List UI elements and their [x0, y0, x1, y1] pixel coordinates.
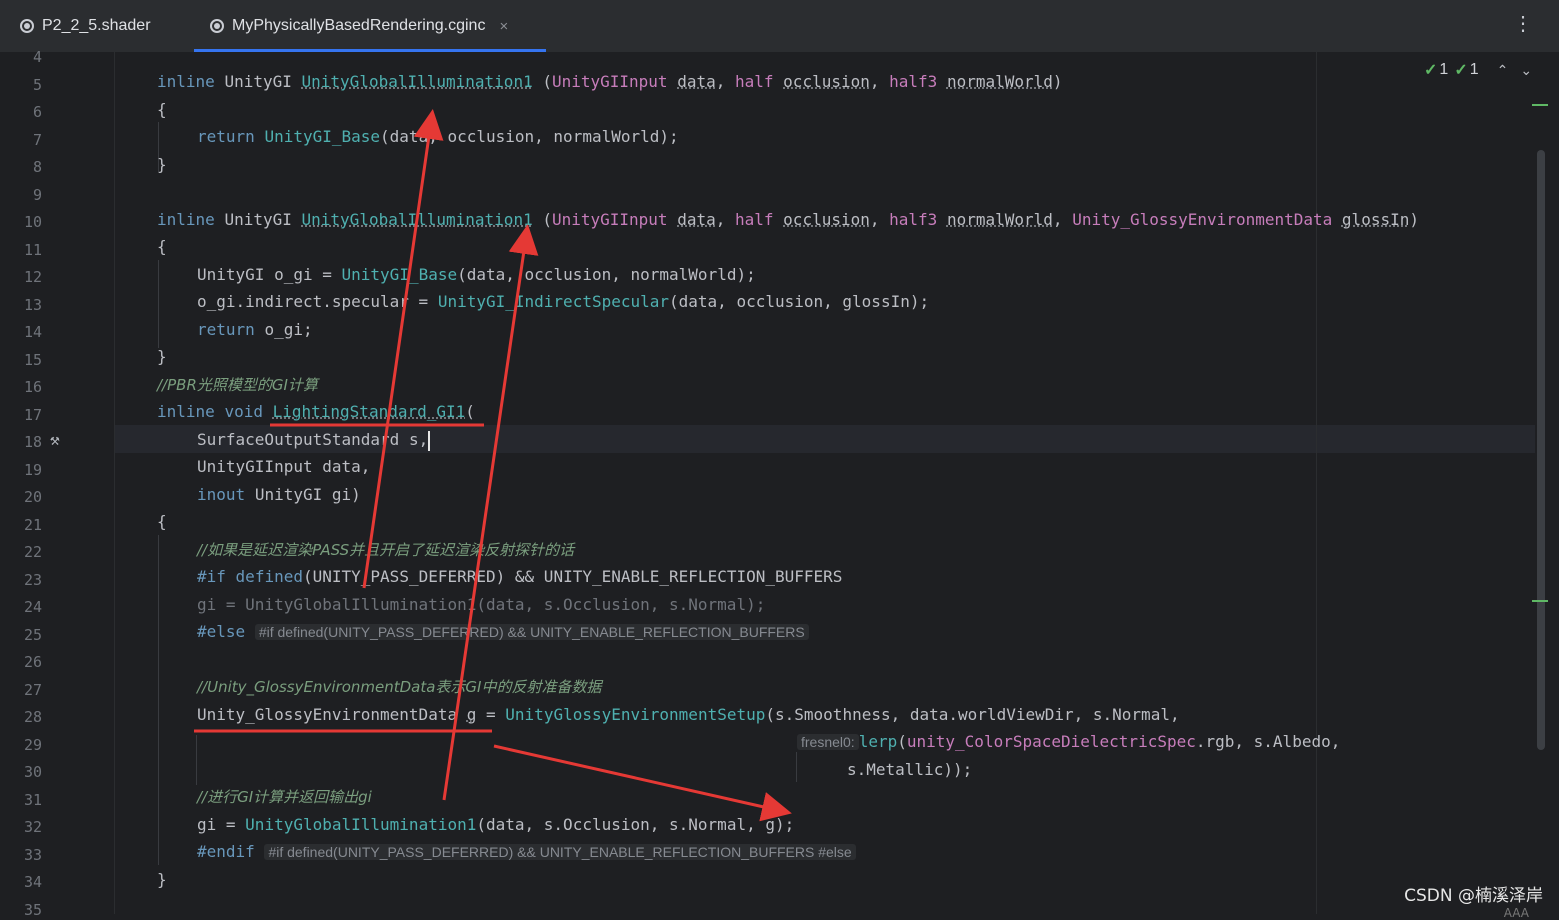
watermark-sub: AAA — [1503, 906, 1529, 920]
arrow-annotation — [493, 744, 792, 822]
annotation-overlay — [194, 109, 792, 822]
watermark: CSDN @楠溪泽岸 — [1404, 886, 1543, 906]
arrow-annotation — [362, 109, 444, 589]
arrow-annotation — [442, 224, 539, 801]
